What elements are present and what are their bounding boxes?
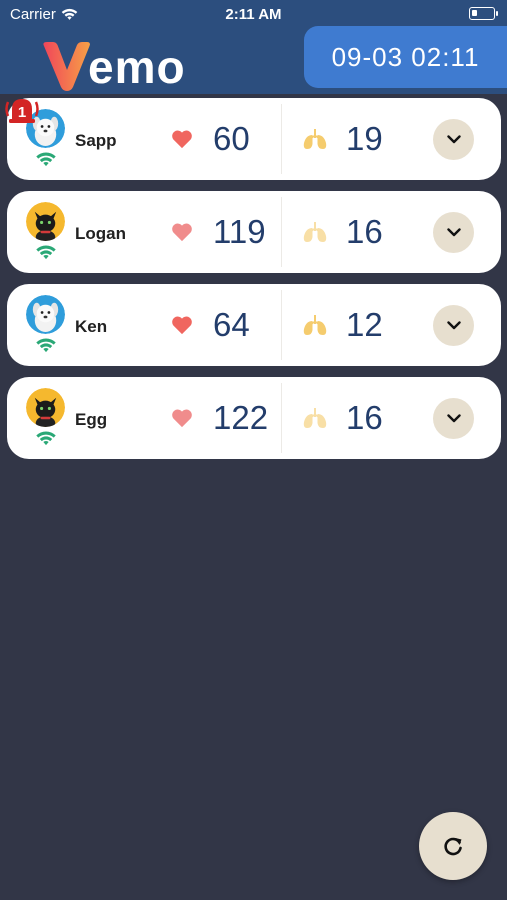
lungs-icon (303, 222, 327, 242)
chevron-down-icon (446, 321, 461, 330)
card-divider (281, 383, 282, 453)
app-logo: emo (40, 32, 186, 92)
expand-button[interactable] (433, 212, 474, 253)
resp-rate-value: 12 (346, 306, 383, 343)
logo-wordmark: emo (88, 41, 186, 93)
lungs-icon (303, 408, 327, 428)
card-divider (281, 290, 282, 360)
heart-rate-value: 60 (213, 120, 250, 157)
expand-button[interactable] (433, 398, 474, 439)
cat-avatar (26, 202, 65, 241)
pet-name: Egg (75, 410, 108, 429)
cat-avatar (26, 388, 65, 427)
card-divider (281, 197, 282, 267)
app-header: emo 09-03 02:11 (0, 26, 507, 94)
alarm-count: 1 (18, 104, 26, 121)
resp-rate-value: 16 (346, 213, 383, 250)
refresh-button[interactable] (419, 812, 487, 880)
expand-button[interactable] (433, 119, 474, 160)
expand-button[interactable] (433, 305, 474, 346)
resp-rate-value: 19 (346, 120, 383, 157)
heart-icon (172, 223, 192, 242)
pet-name: Ken (75, 317, 108, 336)
alarm-bell-icon: 1 (5, 99, 39, 123)
pet-name: Sapp (75, 131, 117, 150)
heart-rate-value: 64 (213, 306, 250, 343)
wifi-icon (36, 431, 56, 446)
wifi-icon (36, 338, 56, 353)
status-bar: Carrier 2:11 AM (0, 0, 507, 28)
dog-avatar (26, 295, 65, 334)
heart-icon (172, 130, 192, 149)
heart-rate-value: 119 (213, 213, 266, 250)
battery-icon (469, 7, 498, 20)
refresh-icon (444, 837, 462, 856)
heart-rate-value: 122 (213, 399, 269, 436)
pet-card[interactable]: 1 Sapp 60 19 (5, 98, 501, 180)
chevron-down-icon (446, 135, 461, 144)
card-divider (281, 104, 282, 174)
wifi-icon (36, 152, 56, 167)
pet-name: Logan (75, 224, 126, 243)
pet-card[interactable]: Ken 64 12 (7, 284, 501, 366)
lungs-icon (303, 129, 327, 149)
wifi-icon (36, 245, 56, 260)
chevron-down-icon (446, 228, 461, 237)
status-time: 2:11 AM (225, 6, 282, 23)
pet-card[interactable]: Egg 122 16 (7, 377, 501, 459)
heart-icon (172, 316, 192, 335)
chevron-down-icon (446, 414, 461, 423)
pet-card[interactable]: Logan 119 16 (7, 191, 501, 273)
heart-icon (172, 409, 192, 428)
resp-rate-value: 16 (346, 399, 383, 436)
pet-list: 1 Sapp 60 19 Logan 119 16 Ken 64 12 Egg … (5, 98, 501, 470)
lungs-icon (303, 315, 327, 335)
current-datetime: 09-03 02:11 (304, 26, 507, 88)
logo-v-mark (43, 42, 90, 91)
